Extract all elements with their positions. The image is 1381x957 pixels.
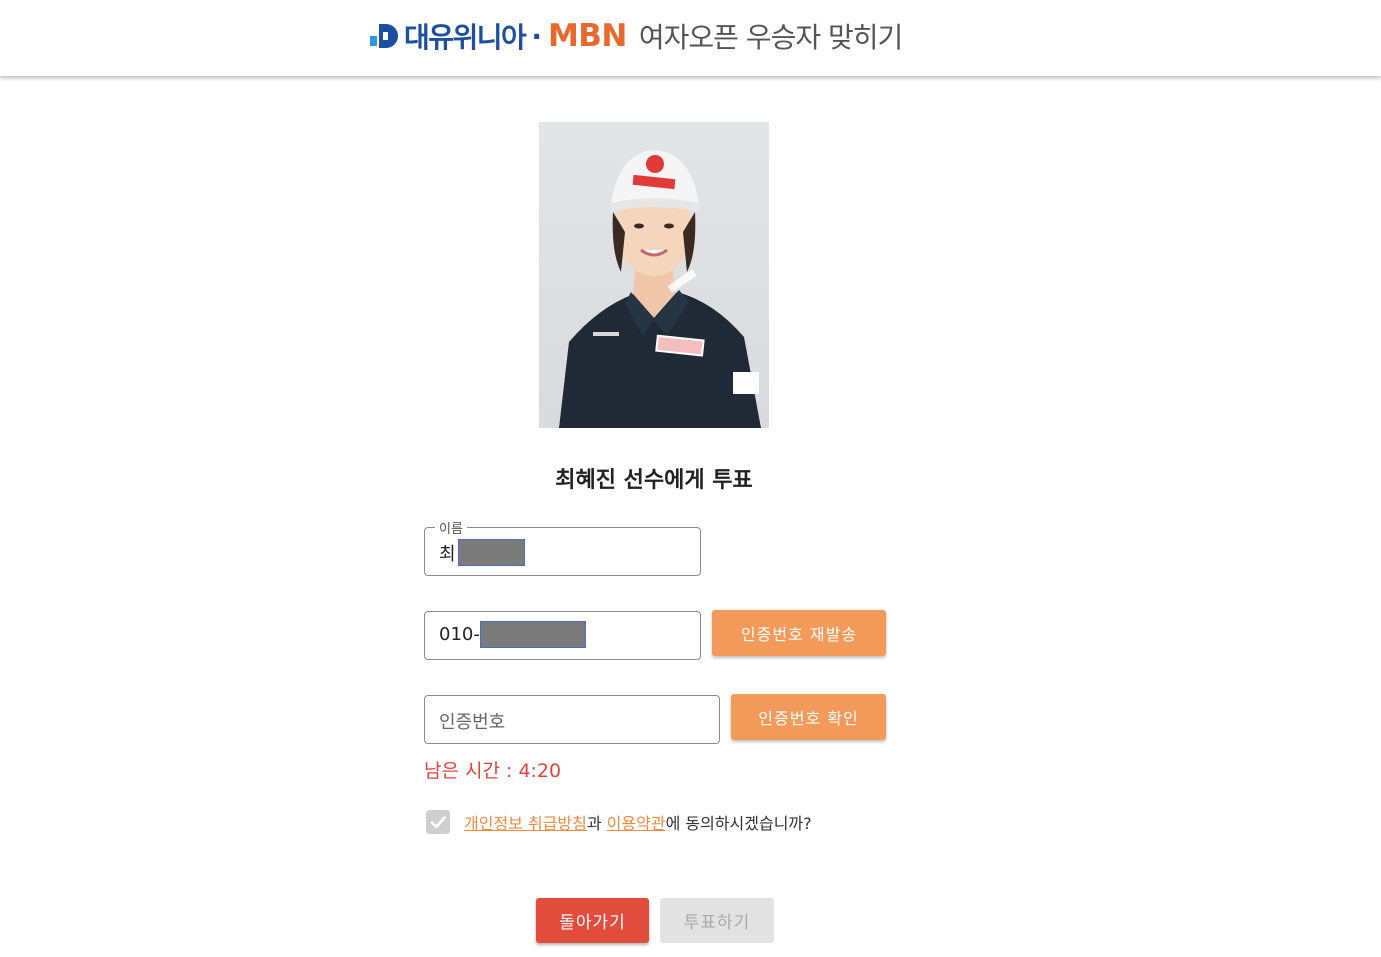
- terms-link[interactable]: 이용약관: [607, 814, 666, 833]
- name-input-value: 최: [439, 543, 456, 565]
- logo-separator: ·: [531, 19, 542, 53]
- phone-redaction: [479, 621, 586, 648]
- vote-title: 최혜진 선수에게 투표: [555, 468, 753, 493]
- agreement-suffix: 에 동의하시겠습니까?: [665, 814, 812, 833]
- name-redaction: [457, 539, 525, 566]
- vote-button[interactable]: 투표하기: [660, 898, 774, 943]
- name-field-label: 이름: [435, 518, 467, 537]
- verification-code-placeholder: 인증번호: [439, 712, 506, 733]
- agreement-checkbox[interactable]: [426, 810, 450, 834]
- remaining-time: 남은 시간 : 4:20: [424, 760, 562, 782]
- event-title: 여자오픈 우승자 맞히기: [638, 21, 903, 54]
- agreement-text: 개인정보 취급방침과 이용약관에 동의하시겠습니까?: [464, 810, 812, 834]
- phone-input-value: 010-: [439, 624, 480, 645]
- checkmark-icon: [430, 816, 446, 829]
- player-portrait-image: [559, 150, 761, 428]
- agreement-conj: 과: [586, 814, 607, 833]
- verification-code-input[interactable]: 인증번호: [424, 695, 720, 744]
- phone-field[interactable]: 010-: [424, 611, 701, 660]
- brand-name: MBN: [547, 18, 627, 54]
- header-bar: 대유위니아 · MBN 여자오픈 우승자 맞히기: [0, 0, 1381, 76]
- back-button[interactable]: 돌아가기: [536, 898, 649, 943]
- confirm-code-button[interactable]: 인증번호 확인: [731, 694, 886, 740]
- sponsor-name: 대유위니아: [404, 21, 527, 54]
- player-photo: [539, 122, 769, 428]
- privacy-policy-link[interactable]: 개인정보 취급방침: [464, 814, 587, 833]
- name-field[interactable]: 이름 최: [424, 518, 701, 576]
- resend-code-button[interactable]: 인증번호 재발송: [712, 610, 886, 656]
- agreement-row: 개인정보 취급방침과 이용약관에 동의하시겠습니까?: [426, 810, 812, 834]
- event-logo: 대유위니아 · MBN 여자오픈 우승자 맞히기: [370, 16, 903, 56]
- sponsor-logo-icon: [370, 24, 398, 48]
